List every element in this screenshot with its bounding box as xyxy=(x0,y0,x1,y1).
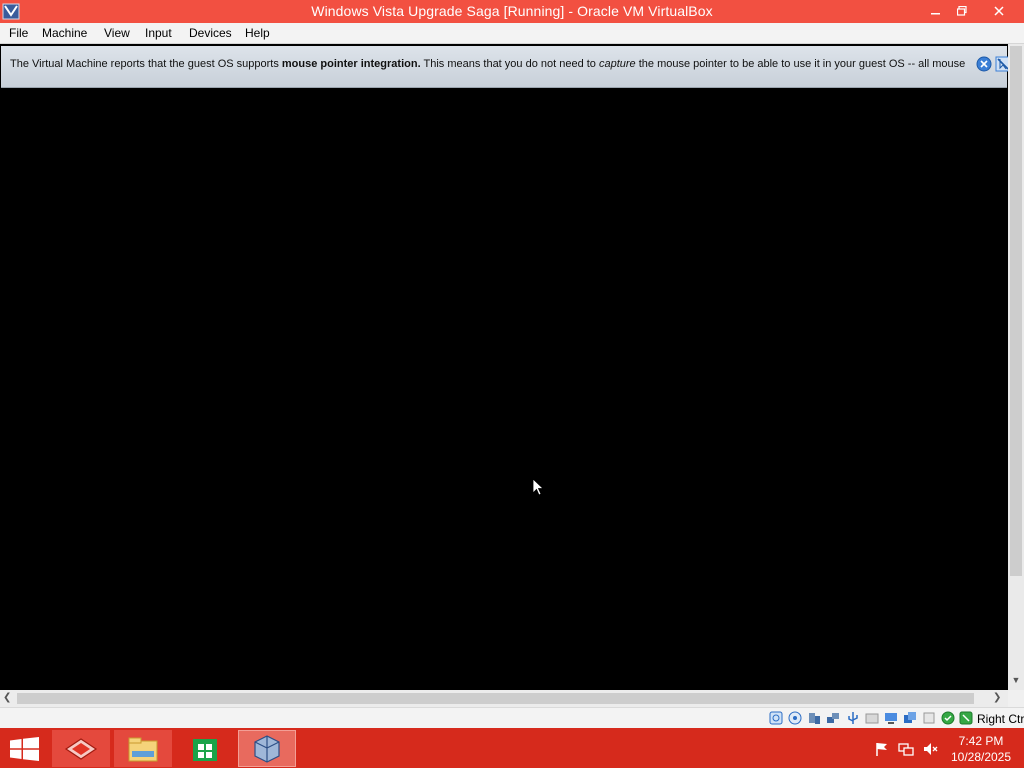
close-icon xyxy=(994,5,1004,16)
notification-close-icon[interactable] xyxy=(976,56,992,72)
vertical-scrollbar[interactable]: ▼ xyxy=(1008,44,1024,690)
mouse-integration-icon[interactable] xyxy=(941,711,955,725)
horizontal-scroll-thumb[interactable] xyxy=(17,693,974,704)
keyboard-capture-icon[interactable] xyxy=(959,711,973,725)
taskbar-file-explorer[interactable] xyxy=(114,730,172,767)
menu-file[interactable]: File xyxy=(9,26,28,40)
scrollbar-corner xyxy=(1008,690,1024,707)
vm-display[interactable] xyxy=(0,89,1007,690)
status-bar: Right Ctrl xyxy=(0,707,1024,728)
store-icon xyxy=(193,738,217,761)
taskbar: 7:42 PM 10/28/2025 xyxy=(0,728,1024,768)
menu-bar: File Machine View Input Devices Help xyxy=(0,23,1024,44)
volume-muted-icon[interactable] xyxy=(922,741,938,757)
display-icon[interactable] xyxy=(884,711,898,725)
network-icon[interactable] xyxy=(826,711,840,725)
optical-drive-icon[interactable] xyxy=(788,711,802,725)
minimize-icon xyxy=(931,12,940,14)
restore-button[interactable] xyxy=(948,0,976,21)
taskbar-virtualbox-manager[interactable] xyxy=(52,730,110,767)
mouse-integration-notification: The Virtual Machine reports that the gue… xyxy=(1,46,1011,88)
menu-devices[interactable]: Devices xyxy=(189,26,232,40)
menu-view[interactable]: View xyxy=(104,26,130,40)
taskbar-virtualbox-vm[interactable] xyxy=(238,730,296,767)
vertical-scroll-thumb[interactable] xyxy=(1010,46,1022,576)
audio-icon[interactable] xyxy=(807,711,821,725)
windows-start-icon[interactable] xyxy=(10,737,39,761)
scroll-right-arrow-icon[interactable]: ❯ xyxy=(993,693,1003,703)
file-explorer-icon xyxy=(128,737,158,761)
shared-folders-icon[interactable] xyxy=(865,711,879,725)
cpu-icon[interactable] xyxy=(922,711,936,725)
title-bar: Windows Vista Upgrade Saga [Running] - O… xyxy=(0,0,1024,23)
restore-icon xyxy=(957,5,967,16)
network-tray-icon[interactable] xyxy=(898,741,914,757)
taskbar-store[interactable] xyxy=(176,730,234,767)
notification-message: The Virtual Machine reports that the gue… xyxy=(10,58,966,70)
menu-machine[interactable]: Machine xyxy=(42,26,87,40)
mouse-pointer-icon xyxy=(532,478,544,496)
action-center-flag-icon[interactable] xyxy=(874,741,890,757)
scroll-left-arrow-icon[interactable]: ❮ xyxy=(3,693,13,703)
menu-help[interactable]: Help xyxy=(245,26,270,40)
horizontal-scrollbar[interactable]: ❮ ❯ xyxy=(0,690,1008,707)
virtualbox-vm-icon xyxy=(254,734,280,763)
close-button[interactable] xyxy=(984,0,1014,21)
clock-date: 10/28/2025 xyxy=(950,750,1012,764)
menu-input[interactable]: Input xyxy=(145,26,172,40)
window-title: Windows Vista Upgrade Saga [Running] - O… xyxy=(311,3,713,19)
host-key-label[interactable]: Right Ctrl xyxy=(977,712,1024,726)
hard-disk-icon[interactable] xyxy=(769,711,783,725)
minimize-button[interactable] xyxy=(922,0,950,21)
usb-icon[interactable] xyxy=(846,711,860,725)
video-capture-icon[interactable] xyxy=(903,711,917,725)
scroll-down-arrow-icon[interactable]: ▼ xyxy=(1011,675,1021,685)
virtualbox-manager-icon xyxy=(64,737,98,760)
system-clock[interactable]: 7:42 PM 10/28/2025 xyxy=(944,733,1018,765)
clock-time: 7:42 PM xyxy=(958,734,1004,748)
